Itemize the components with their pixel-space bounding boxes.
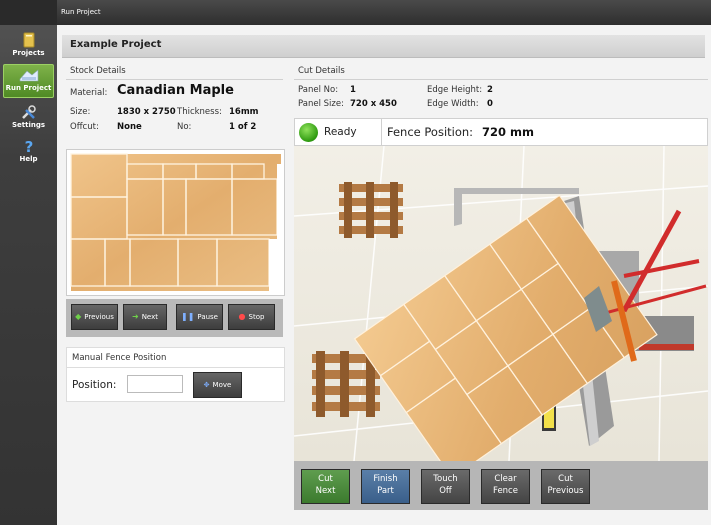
- material-label: Material:: [70, 88, 108, 98]
- thickness-value: 16mm: [229, 107, 259, 117]
- stop-icon: ●: [238, 312, 246, 321]
- cut-details-heading: Cut Details: [298, 66, 345, 76]
- size-value: 1830 x 2750: [117, 107, 176, 117]
- stock-no-label: No:: [177, 122, 192, 132]
- panel-no-label: Panel No:: [298, 85, 339, 95]
- project-header: Example Project: [62, 35, 705, 58]
- cut-next-button[interactable]: Cut Next: [301, 469, 350, 504]
- manual-fence-panel: Manual Fence Position Position: ✥ Move: [66, 347, 285, 402]
- edge-width-value: 0: [487, 99, 493, 109]
- position-input[interactable]: [127, 375, 183, 393]
- nav-run-project[interactable]: Run Project: [3, 64, 54, 98]
- cut-actions-toolbar: Cut Next Finish Part Touch Off Clear Fen…: [294, 461, 708, 510]
- next-button[interactable]: ➜ Next: [123, 304, 167, 330]
- finish-part-button[interactable]: Finish Part: [361, 469, 410, 504]
- window-title: Run Project: [61, 8, 101, 16]
- stop-button[interactable]: ● Stop: [228, 304, 275, 330]
- arrow-right-icon: ➜: [131, 312, 139, 321]
- nav-projects-label: Projects: [12, 49, 45, 57]
- panel-size-value: 720 x 450: [350, 99, 397, 109]
- status-indicator-icon: [299, 123, 318, 142]
- sidebar: Projects Run Project Settings ? Help: [0, 0, 57, 525]
- previous-button[interactable]: ◆ Previous: [71, 304, 118, 330]
- offcut-value: None: [117, 122, 142, 132]
- nav-projects[interactable]: Projects: [3, 30, 54, 64]
- edge-height-value: 2: [487, 85, 493, 95]
- panel-size-label: Panel Size:: [298, 99, 344, 109]
- cutting-layout-diagram: [70, 153, 281, 291]
- pallet-top: [339, 182, 403, 238]
- saw-icon: [19, 69, 38, 82]
- position-label: Position:: [72, 379, 117, 391]
- status-bar: Ready Fence Position: 720 mm: [294, 118, 708, 146]
- window-titlebar: Run Project: [57, 0, 711, 25]
- main-content: Example Project Stock Details Material: …: [57, 25, 711, 525]
- manual-fence-title: Manual Fence Position: [72, 353, 167, 363]
- panel-no-value: 1: [350, 85, 356, 95]
- nav-run-project-label: Run Project: [5, 84, 52, 92]
- stock-details-heading: Stock Details: [70, 66, 126, 76]
- folder-icon: [23, 32, 34, 48]
- project-title: Example Project: [70, 39, 162, 50]
- saw-3d-view[interactable]: [294, 146, 708, 461]
- offcut-label: Offcut:: [70, 122, 99, 132]
- stock-divider: [66, 79, 283, 80]
- move-icon: ✥: [203, 381, 210, 389]
- thickness-label: Thickness:: [177, 107, 222, 117]
- status-text: Ready: [324, 126, 357, 138]
- nav-help-label: Help: [19, 155, 38, 163]
- arrow-left-icon: ◆: [75, 312, 82, 321]
- question-icon: ?: [24, 138, 33, 154]
- cut-divider: [294, 79, 708, 80]
- nav-settings[interactable]: Settings: [3, 102, 54, 136]
- fence-position-value: 720 mm: [482, 125, 534, 139]
- touch-off-button[interactable]: Touch Off: [421, 469, 470, 504]
- cutting-layout-preview: [66, 149, 285, 296]
- status-separator: [381, 119, 382, 145]
- edge-width-label: Edge Width:: [427, 99, 479, 109]
- material-value: Canadian Maple: [117, 83, 234, 98]
- manual-fence-divider: [67, 367, 284, 368]
- edge-height-label: Edge Height:: [427, 85, 483, 95]
- cut-previous-button[interactable]: Cut Previous: [541, 469, 590, 504]
- stock-no-value: 1 of 2: [229, 122, 257, 132]
- svg-text:?: ?: [24, 138, 33, 154]
- nav-settings-label: Settings: [11, 121, 46, 129]
- tools-icon: [21, 105, 36, 119]
- pause-icon: ❚❚: [181, 312, 195, 321]
- saw-scene-illustration: [294, 146, 708, 461]
- stock-controls-toolbar: ◆ Previous ➜ Next ❚❚ Pause ● Stop: [66, 299, 283, 337]
- pause-button[interactable]: ❚❚ Pause: [176, 304, 223, 330]
- fence-position-label: Fence Position:: [387, 125, 474, 139]
- clear-fence-button[interactable]: Clear Fence: [481, 469, 530, 504]
- sidebar-header: [0, 0, 57, 25]
- nav-help[interactable]: ? Help: [3, 136, 54, 170]
- move-button[interactable]: ✥ Move: [193, 372, 242, 398]
- size-label: Size:: [70, 107, 91, 117]
